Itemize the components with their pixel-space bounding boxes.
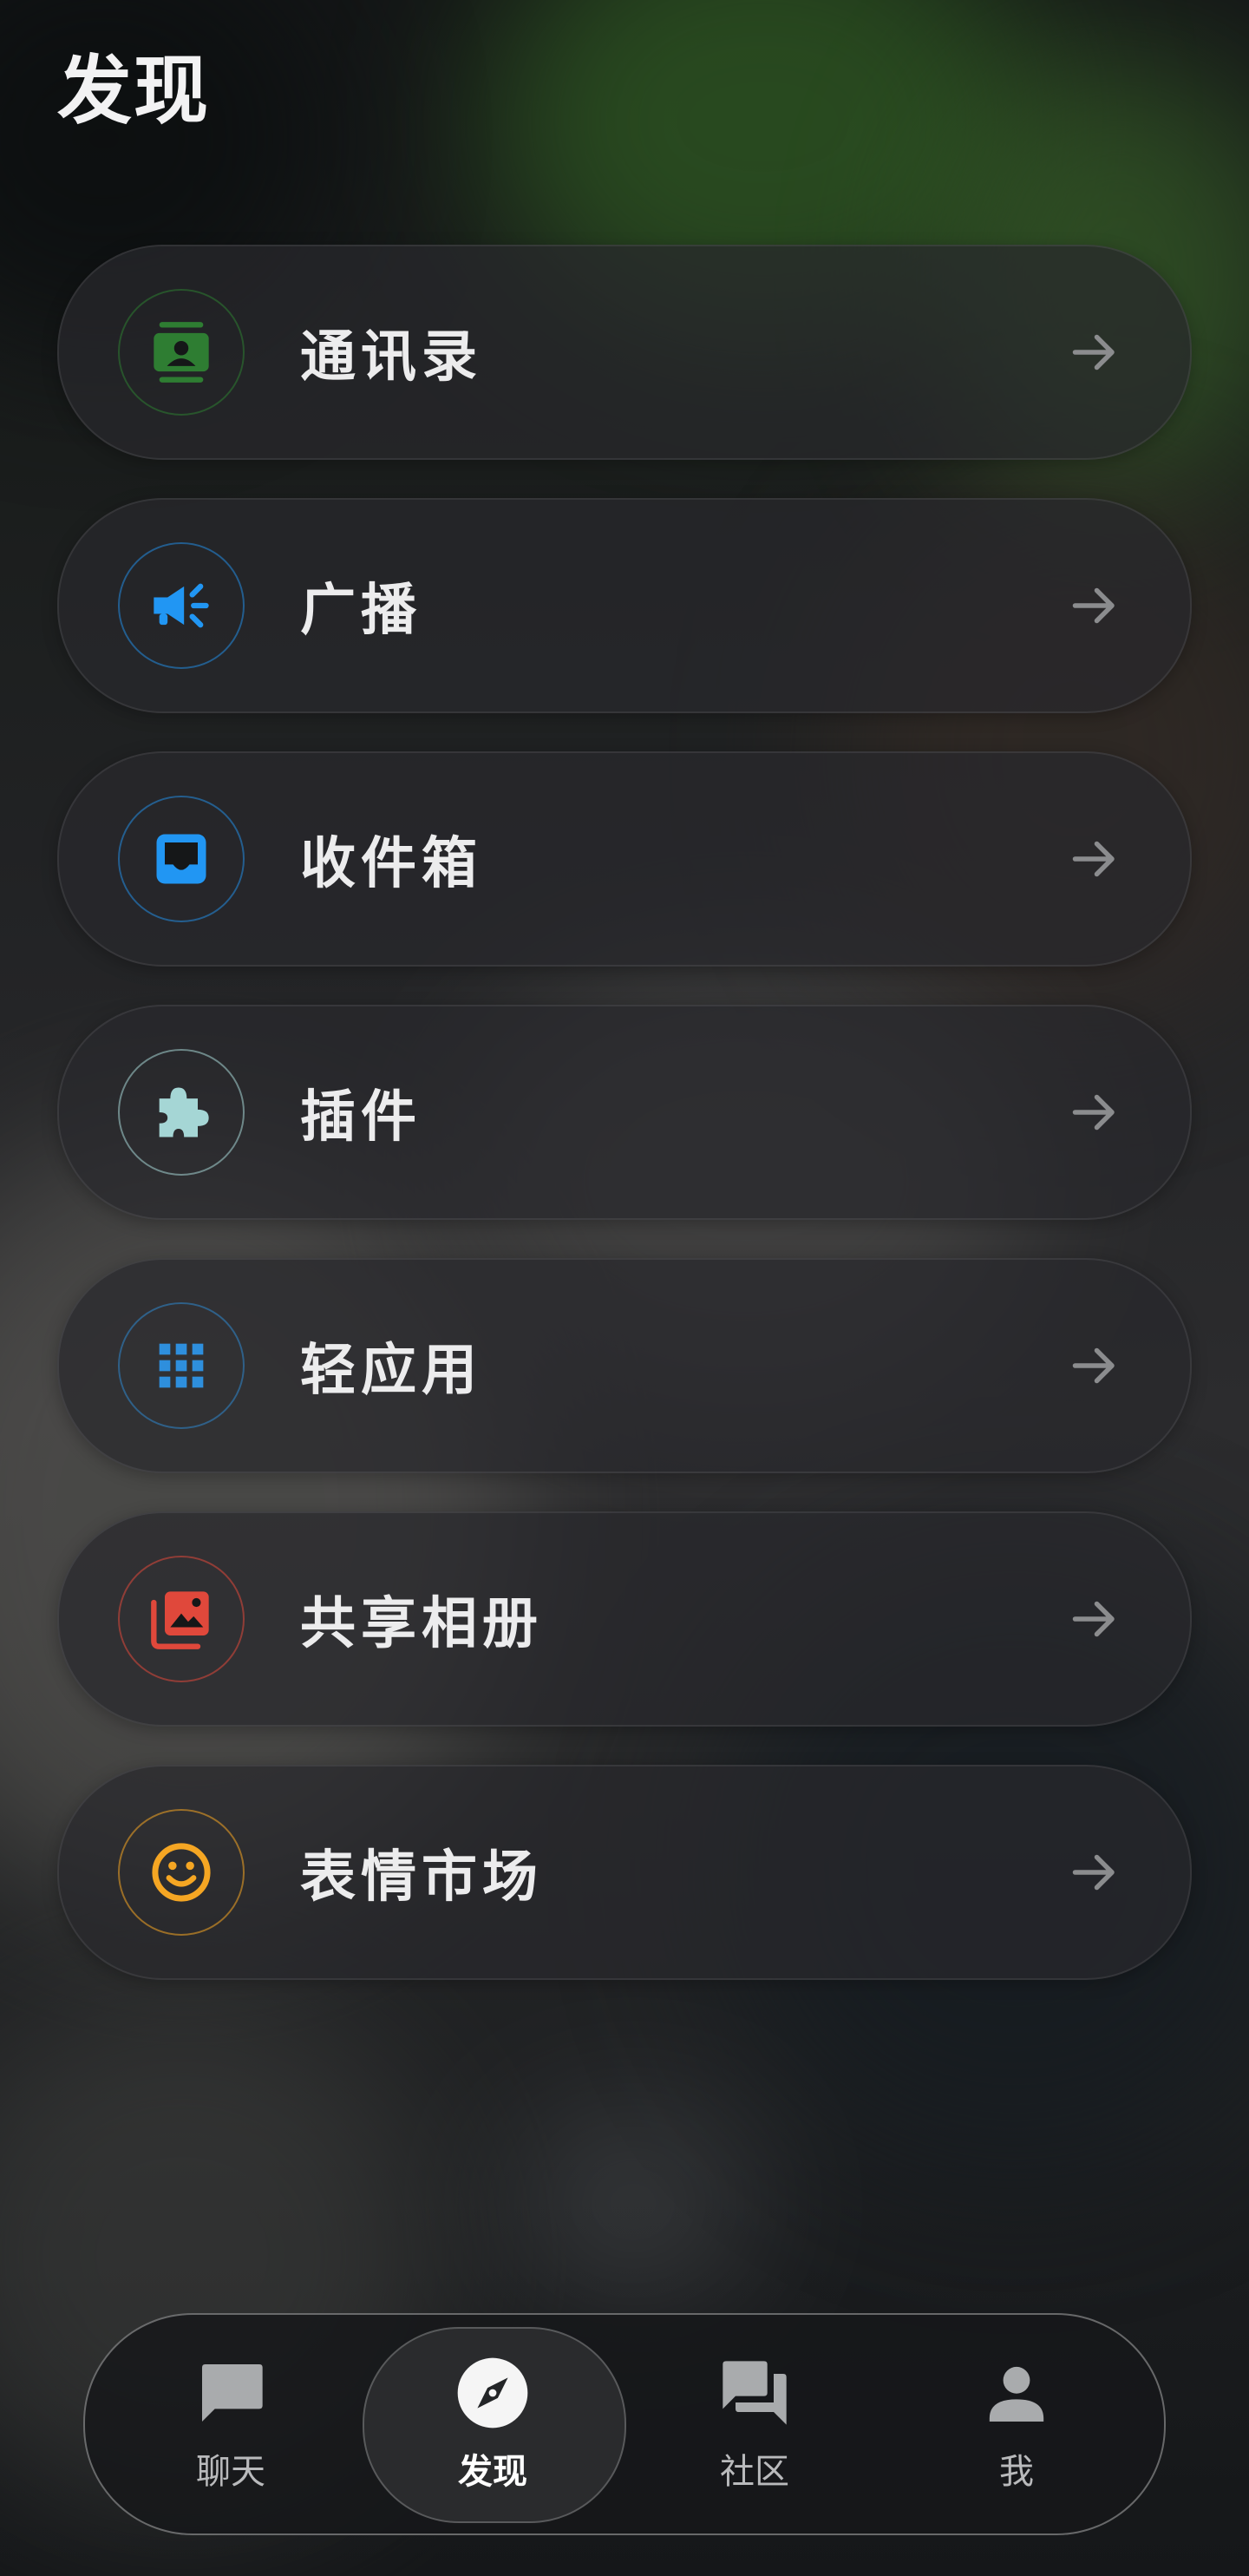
inbox-icon — [118, 796, 245, 922]
apps-grid-icon — [118, 1302, 245, 1429]
arrow-right-icon — [1072, 1347, 1115, 1384]
arrow-right-icon — [1072, 1094, 1115, 1131]
tab-community[interactable]: 社区 — [624, 2315, 885, 2533]
tab-me[interactable]: 我 — [886, 2315, 1147, 2533]
chat-bubble-icon — [202, 2364, 263, 2422]
menu-label: 共享相册 — [300, 1592, 543, 1656]
menu-item-inbox[interactable]: 收件箱 — [57, 751, 1192, 967]
arrow-right-icon — [1072, 841, 1115, 877]
menu-label: 轻应用 — [300, 1339, 482, 1403]
person-icon — [989, 2366, 1044, 2422]
menu-item-sticker-market[interactable]: 表情市场 — [57, 1765, 1192, 1980]
tab-discover[interactable]: 发现 — [363, 2315, 623, 2533]
tab-label: 我 — [999, 2452, 1034, 2492]
page-title: 发现 — [57, 48, 210, 134]
menu-label: 通讯录 — [300, 325, 482, 390]
menu-item-plugins[interactable]: 插件 — [57, 1005, 1192, 1220]
arrow-right-icon — [1072, 1601, 1115, 1637]
tab-chat[interactable]: 聊天 — [101, 2315, 361, 2533]
menu-item-broadcast[interactable]: 广播 — [57, 498, 1192, 713]
menu-item-shared-album[interactable]: 共享相册 — [57, 1511, 1192, 1727]
menu-label: 广播 — [300, 579, 422, 643]
discover-menu: 通讯录 广播 收件箱 插件 轻应用 共享相册 表情市场 — [57, 245, 1192, 2018]
puzzle-icon — [118, 1049, 245, 1176]
arrow-right-icon — [1072, 1854, 1115, 1891]
menu-label: 收件箱 — [300, 832, 482, 896]
bottom-tab-bar: 聊天 发现 社区 我 — [83, 2313, 1166, 2535]
menu-item-contacts[interactable]: 通讯录 — [57, 245, 1192, 460]
forum-icon — [723, 2361, 787, 2425]
arrow-right-icon — [1072, 334, 1115, 370]
megaphone-icon — [118, 542, 245, 669]
emoji-icon — [118, 1809, 245, 1936]
contacts-icon — [118, 289, 245, 416]
menu-label: 表情市场 — [300, 1845, 543, 1910]
arrow-right-icon — [1072, 587, 1115, 624]
menu-item-mini-apps[interactable]: 轻应用 — [57, 1258, 1192, 1473]
compass-icon — [457, 2357, 528, 2429]
tab-label: 聊天 — [196, 2452, 265, 2492]
tab-label: 发现 — [458, 2452, 527, 2492]
tab-label: 社区 — [720, 2452, 789, 2492]
photo-library-icon — [118, 1556, 245, 1682]
menu-label: 插件 — [300, 1085, 422, 1150]
